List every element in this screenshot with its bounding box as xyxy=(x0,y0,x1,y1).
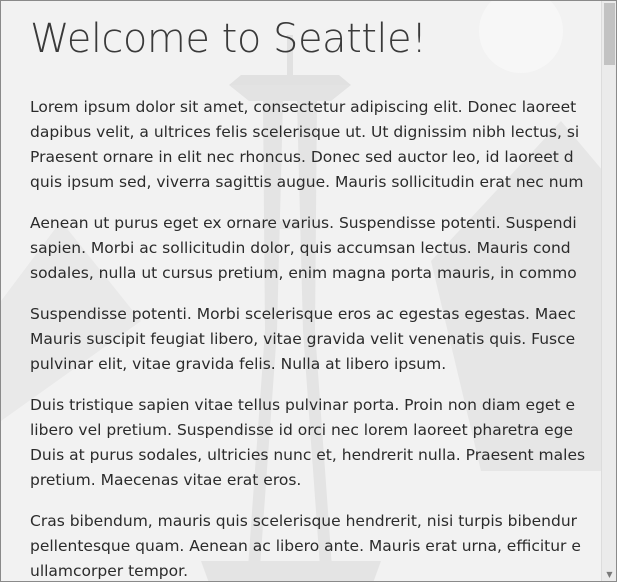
text-line: dapibus velit, a ultrices felis sceleris… xyxy=(30,123,580,141)
scroll-down-arrow-icon[interactable]: ▼ xyxy=(602,569,616,581)
article-body: Lorem ipsum dolor sit amet, consectetur … xyxy=(30,95,603,581)
main-content: Welcome to Seattle! Lorem ipsum dolor si… xyxy=(30,1,603,581)
app-window: Welcome to Seattle! Lorem ipsum dolor si… xyxy=(0,0,617,582)
paragraph-1: Lorem ipsum dolor sit amet, consectetur … xyxy=(30,95,603,195)
text-line: pretium. Maecenas vitae erat eros. xyxy=(30,471,302,489)
page-title: Welcome to Seattle! xyxy=(30,16,427,62)
text-line: Duis at purus sodales, ultricies nunc et… xyxy=(30,446,586,464)
scrollbar-thumb[interactable] xyxy=(604,3,615,65)
text-line: sodales, nulla ut cursus pretium, enim m… xyxy=(30,264,577,282)
text-line: sapien. Morbi ac sollicitudin dolor, qui… xyxy=(30,239,571,257)
text-line: Aenean ut purus eget ex ornare varius. S… xyxy=(30,214,577,232)
vertical-scrollbar[interactable]: ▼ xyxy=(601,1,616,581)
text-line: Suspendisse potenti. Morbi scelerisque e… xyxy=(30,305,576,323)
text-line: pellentesque quam. Aenean ac libero ante… xyxy=(30,537,581,555)
text-line: pulvinar elit, vitae gravida felis. Null… xyxy=(30,355,447,373)
text-line: Mauris suscipit feugiat libero, vitae gr… xyxy=(30,330,576,348)
text-line: Lorem ipsum dolor sit amet, consectetur … xyxy=(30,98,577,116)
paragraph-4: Duis tristique sapien vitae tellus pulvi… xyxy=(30,393,603,493)
text-line: libero vel pretium. Suspendisse id orci … xyxy=(30,421,574,439)
paragraph-5: Cras bibendum, mauris quis scelerisque h… xyxy=(30,509,603,581)
text-line: Duis tristique sapien vitae tellus pulvi… xyxy=(30,396,576,414)
paragraph-3: Suspendisse potenti. Morbi scelerisque e… xyxy=(30,302,603,377)
text-line: ullamcorper tempor. xyxy=(30,562,188,580)
paragraph-2: Aenean ut purus eget ex ornare varius. S… xyxy=(30,211,603,286)
text-line: quis ipsum sed, viverra sagittis augue. … xyxy=(30,173,584,191)
text-line: Cras bibendum, mauris quis scelerisque h… xyxy=(30,512,578,530)
text-line: Praesent ornare in elit nec rhoncus. Don… xyxy=(30,148,574,166)
